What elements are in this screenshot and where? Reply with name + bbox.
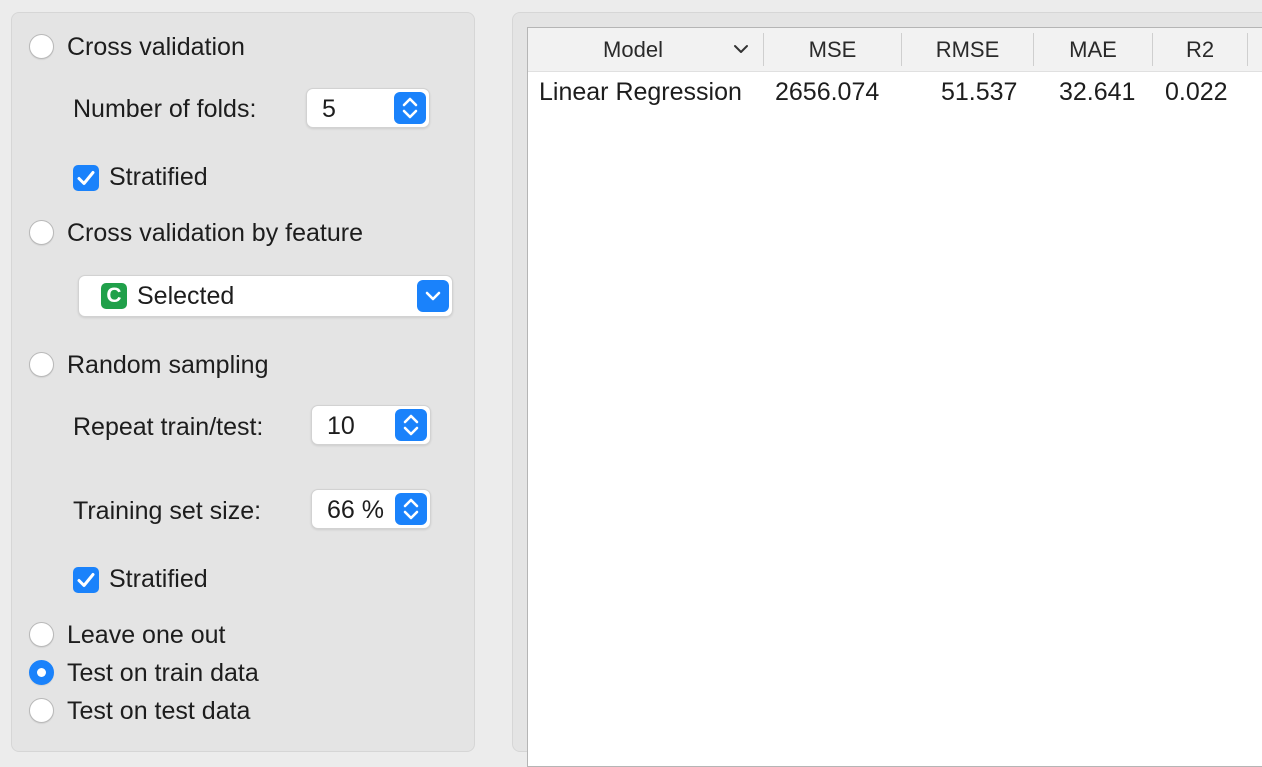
chevron-down-icon[interactable] bbox=[417, 280, 449, 312]
training-set-size-label: Training set size: bbox=[73, 497, 262, 525]
test-on-test-data-radio[interactable] bbox=[29, 698, 54, 723]
cell-r2: 0.022 bbox=[1165, 78, 1228, 106]
number-of-folds-spinbox[interactable]: 5 bbox=[306, 88, 430, 128]
leave-one-out-radio[interactable] bbox=[29, 622, 54, 647]
cell-mae: 32.641 bbox=[1059, 78, 1136, 106]
test-on-test-data-label[interactable]: Test on test data bbox=[67, 696, 250, 726]
random-sampling-radio[interactable] bbox=[29, 352, 54, 377]
column-header-mse[interactable]: MSE bbox=[764, 28, 901, 71]
cross-validation-label[interactable]: Cross validation bbox=[67, 32, 245, 62]
column-header-mae[interactable]: MAE bbox=[1034, 28, 1152, 71]
table-header: Model MSE RMSE MAE R2 bbox=[528, 28, 1262, 72]
stratified-cv-label[interactable]: Stratified bbox=[109, 162, 208, 192]
chevron-down-icon[interactable] bbox=[733, 43, 749, 55]
sampling-panel: Cross validation Number of folds: 5 Stra… bbox=[11, 12, 475, 752]
cell-model: Linear Regression bbox=[539, 78, 742, 106]
random-sampling-label[interactable]: Random sampling bbox=[67, 350, 269, 380]
stratified-rs-label[interactable]: Stratified bbox=[109, 564, 208, 594]
training-set-size-spinbox[interactable]: 66 % bbox=[311, 489, 431, 529]
column-header-rmse[interactable]: RMSE bbox=[902, 28, 1033, 71]
column-divider[interactable] bbox=[1247, 33, 1248, 66]
cell-mse: 2656.074 bbox=[775, 78, 880, 106]
repeat-train-test-spinbox[interactable]: 10 bbox=[311, 405, 431, 445]
cross-validation-radio[interactable] bbox=[29, 34, 54, 59]
results-table: Model MSE RMSE MAE R2 Linear Regression … bbox=[527, 27, 1262, 767]
stepper-icon[interactable] bbox=[395, 493, 427, 525]
repeat-train-test-label: Repeat train/test: bbox=[73, 413, 264, 441]
repeat-train-test-value: 10 bbox=[327, 412, 355, 440]
stratified-cv-checkbox[interactable] bbox=[73, 165, 99, 191]
column-header-r2[interactable]: R2 bbox=[1153, 28, 1247, 71]
feature-select-value: Selected bbox=[137, 282, 235, 310]
results-panel: Model MSE RMSE MAE R2 Linear Regression … bbox=[512, 12, 1262, 767]
categorical-variable-icon: C bbox=[101, 283, 127, 309]
stratified-rs-checkbox[interactable] bbox=[73, 567, 99, 593]
number-of-folds-value: 5 bbox=[322, 95, 336, 123]
leave-one-out-label[interactable]: Leave one out bbox=[67, 620, 225, 650]
cell-rmse: 51.537 bbox=[941, 78, 1018, 106]
cross-validation-by-feature-label[interactable]: Cross validation by feature bbox=[67, 218, 363, 248]
number-of-folds-label: Number of folds: bbox=[73, 95, 257, 123]
checkmark-icon bbox=[77, 573, 95, 587]
stepper-icon[interactable] bbox=[395, 409, 427, 441]
cross-validation-by-feature-radio[interactable] bbox=[29, 220, 54, 245]
column-header-model[interactable]: Model bbox=[528, 28, 738, 71]
feature-select-combobox[interactable]: C Selected bbox=[78, 275, 453, 317]
stepper-icon[interactable] bbox=[394, 92, 426, 124]
checkmark-icon bbox=[77, 171, 95, 185]
test-on-train-data-label[interactable]: Test on train data bbox=[67, 658, 259, 688]
training-set-size-value: 66 % bbox=[327, 496, 384, 524]
test-on-train-data-radio[interactable] bbox=[29, 660, 54, 685]
